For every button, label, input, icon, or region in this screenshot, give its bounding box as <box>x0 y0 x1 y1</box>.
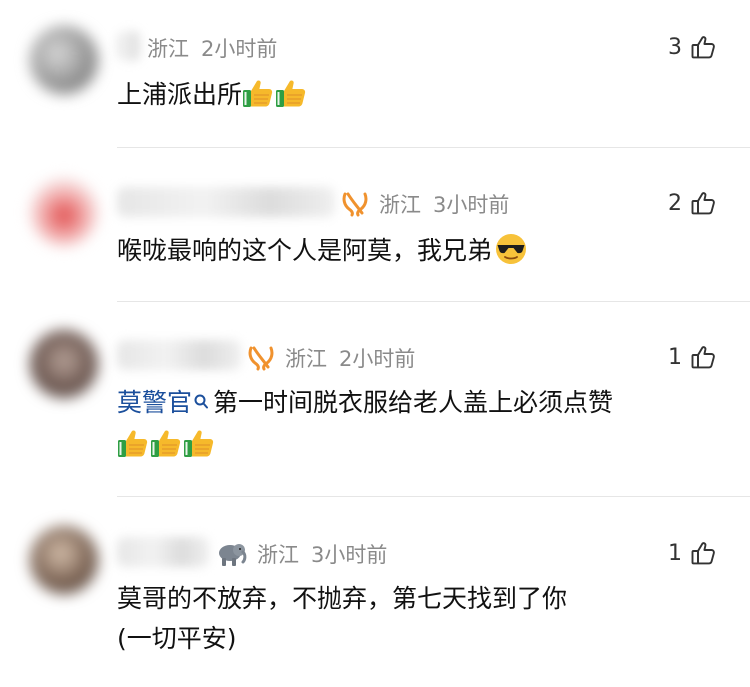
elephant-icon <box>215 541 247 567</box>
username-blurred[interactable] <box>117 187 335 217</box>
thumbs-up-emoji-icon <box>183 428 215 458</box>
cool-face-emoji-icon <box>496 234 527 264</box>
location-label: 浙江 <box>257 543 299 567</box>
comment-meta: 浙江 3小时前 <box>341 189 509 219</box>
timestamp: 2小时前 <box>201 37 278 61</box>
timestamp: 3小时前 <box>433 193 510 217</box>
mention-link[interactable]: 莫警官 <box>117 388 192 417</box>
username-blurred[interactable] <box>117 537 209 567</box>
comment-meta: 浙江 2小时前 <box>247 343 415 373</box>
timestamp: 3小时前 <box>311 543 388 567</box>
comment-meta: 浙江 3小时前 <box>215 539 387 569</box>
like-count: 3 <box>668 34 682 60</box>
search-icon[interactable] <box>193 392 211 412</box>
timestamp: 2小时前 <box>339 347 416 371</box>
comment-body: 第一时间脱衣服给老人盖上必须点赞 <box>213 388 614 417</box>
location-label: 浙江 <box>147 37 189 61</box>
emoji-row <box>117 425 216 465</box>
avatar[interactable] <box>30 178 98 246</box>
like-thumb-icon <box>690 540 716 566</box>
thumbs-up-emoji-icon <box>117 428 149 458</box>
comment-body: 上浦派出所 <box>117 80 243 109</box>
comment-text: 喉咙最响的这个人是阿莫，我兄弟 <box>117 231 528 271</box>
comment-meta: 浙江 2小时前 <box>147 33 277 63</box>
location-label: 浙江 <box>379 193 421 217</box>
thumbs-up-emoji-icon <box>150 428 182 458</box>
avatar[interactable] <box>30 330 98 398</box>
like-thumb-icon <box>690 190 716 216</box>
username-blurred[interactable] <box>117 31 141 61</box>
avatar[interactable] <box>30 26 98 94</box>
comment-body: 喉咙最响的这个人是阿莫，我兄弟 <box>117 236 493 265</box>
thumbs-up-emoji-icon <box>242 78 274 108</box>
thumbs-up-emoji-icon <box>275 78 307 108</box>
like-count: 1 <box>668 540 682 566</box>
orange-ribbon-icon <box>341 191 369 217</box>
avatar[interactable] <box>30 526 98 594</box>
like-thumb-icon <box>690 344 716 370</box>
like-count: 1 <box>668 344 682 370</box>
like-button[interactable]: 1 <box>668 540 716 566</box>
location-label: 浙江 <box>285 347 327 371</box>
comment-text-line-1: 莫哥的不放弃，不抛弃，第七天找到了你 <box>117 584 568 613</box>
like-thumb-icon <box>690 34 716 60</box>
comment-text: 莫警官 第一时间脱衣服给老人盖上必须点赞 <box>117 383 613 423</box>
like-count: 2 <box>668 190 682 216</box>
like-button[interactable]: 2 <box>668 190 716 216</box>
comment-text-line-2: (一切平安) <box>117 624 237 653</box>
divider <box>117 301 750 302</box>
orange-ribbon-icon <box>247 345 275 371</box>
username-blurred[interactable] <box>117 340 241 370</box>
divider <box>117 147 750 148</box>
like-button[interactable]: 3 <box>668 34 716 60</box>
comment-text: 上浦派出所 <box>117 75 308 115</box>
divider <box>117 496 750 497</box>
like-button[interactable]: 1 <box>668 344 716 370</box>
